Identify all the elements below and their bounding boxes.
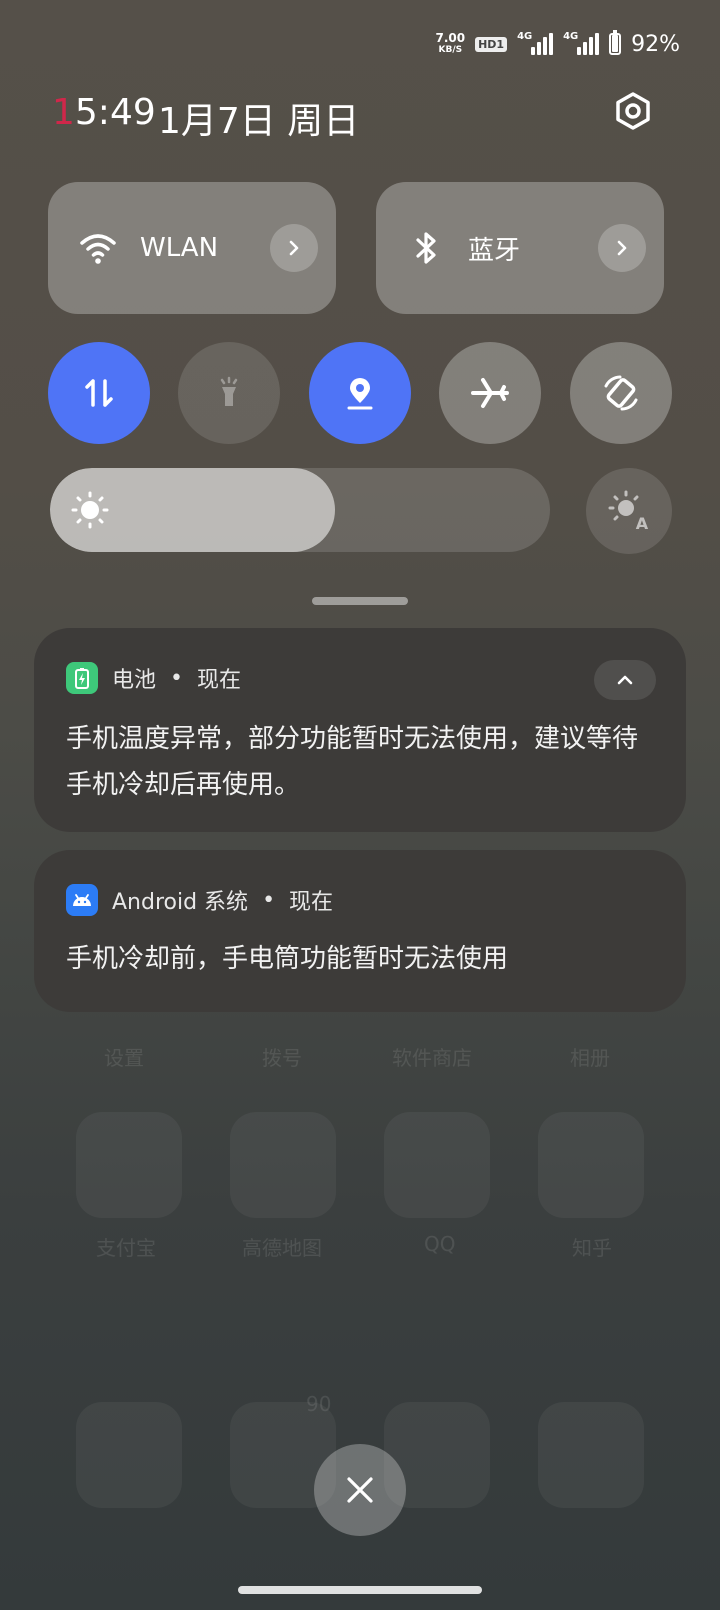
clock[interactable]: 15:49 bbox=[52, 92, 156, 133]
notification-card-android[interactable]: Android 系统 • 现在 手机冷却前，手电筒功能暂时无法使用 bbox=[34, 850, 686, 1012]
wlan-label: WLAN bbox=[140, 233, 219, 263]
notification-header: Android 系统 • 现在 bbox=[66, 884, 333, 916]
mobile-data-toggle[interactable] bbox=[48, 342, 150, 444]
bg-app-icon bbox=[538, 1112, 644, 1218]
notification-card-battery[interactable]: 电池 • 现在 手机温度异常，部分功能暂时无法使用，建议等待手机冷却后再使用。 bbox=[34, 628, 686, 832]
wlan-expand-button[interactable] bbox=[270, 224, 318, 272]
bluetooth-expand-button[interactable] bbox=[598, 224, 646, 272]
status-bar: 7.00 KB/S HD1 4G 4G 92% bbox=[435, 26, 680, 62]
bg-app-label: 相册 bbox=[570, 1046, 610, 1070]
bg-app-icon bbox=[76, 1402, 182, 1508]
chevron-up-icon bbox=[617, 675, 633, 685]
bg-app-label: 知乎 bbox=[572, 1236, 612, 1260]
date-label[interactable]: 1月7日 周日 bbox=[158, 92, 359, 144]
drag-handle[interactable] bbox=[312, 597, 408, 605]
chevron-right-icon bbox=[289, 240, 299, 256]
auto-brightness-icon: A bbox=[608, 490, 649, 533]
notification-header: 电池 • 现在 bbox=[66, 662, 241, 694]
android-icon bbox=[66, 884, 98, 916]
location-toggle[interactable] bbox=[309, 342, 411, 444]
clock-first-digit: 1 bbox=[52, 92, 75, 133]
battery-icon bbox=[609, 30, 622, 55]
bg-app-icon bbox=[76, 1112, 182, 1218]
location-icon bbox=[347, 378, 373, 410]
flashlight-toggle[interactable] bbox=[178, 342, 280, 444]
bg-app-label: QQ bbox=[424, 1232, 456, 1256]
network-speed-unit: KB/S bbox=[438, 45, 463, 55]
bluetooth-tile[interactable]: 蓝牙 bbox=[376, 182, 664, 314]
notification-separator: • bbox=[262, 887, 276, 913]
auto-brightness-label: A bbox=[636, 514, 649, 533]
notification-app-name: 电池 bbox=[112, 668, 157, 693]
bg-app-label: 软件商店 bbox=[392, 1046, 472, 1070]
battery-app-icon bbox=[66, 662, 98, 694]
bluetooth-icon bbox=[406, 228, 446, 268]
battery-percent: 92% bbox=[631, 31, 680, 57]
notification-app-name: Android 系统 bbox=[112, 890, 249, 915]
bluetooth-label: 蓝牙 bbox=[468, 235, 521, 266]
network-speed-value: 7.00 bbox=[435, 31, 466, 45]
sun-icon bbox=[70, 490, 110, 530]
bg-app-icon bbox=[538, 1402, 644, 1508]
bg-app-label: 高德地图 bbox=[242, 1236, 322, 1260]
bg-app-icon bbox=[230, 1112, 336, 1218]
wlan-tile[interactable]: WLAN bbox=[48, 182, 336, 314]
data-arrows-icon bbox=[85, 379, 113, 407]
clock-rest: 5:49 bbox=[74, 92, 156, 133]
signal-sim1-icon: 4G bbox=[517, 31, 554, 55]
notification-body: 手机冷却前，手电筒功能暂时无法使用 bbox=[66, 944, 509, 974]
notification-time: 现在 bbox=[197, 668, 242, 693]
sim2-network-type: 4G bbox=[563, 31, 579, 42]
notification-separator: • bbox=[170, 665, 183, 691]
auto-brightness-button[interactable]: A bbox=[586, 468, 672, 554]
hd-voice-badge: HD1 bbox=[475, 36, 508, 52]
wifi-icon bbox=[78, 228, 118, 268]
notification-time: 现在 bbox=[289, 890, 334, 915]
gear-icon[interactable] bbox=[614, 92, 652, 130]
auto-rotate-toggle[interactable] bbox=[570, 342, 672, 444]
brightness-slider[interactable] bbox=[50, 468, 550, 552]
airplane-icon bbox=[471, 378, 509, 408]
bg-app-label: 支付宝 bbox=[96, 1236, 156, 1260]
bg-app-label: 设置 bbox=[104, 1046, 144, 1070]
airplane-mode-toggle[interactable] bbox=[439, 342, 541, 444]
network-speed: 7.00 KB/S bbox=[435, 32, 465, 56]
collapse-button[interactable] bbox=[594, 660, 656, 700]
signal-sim2-icon: 4G bbox=[563, 31, 600, 55]
chevron-right-icon bbox=[617, 240, 627, 256]
close-icon bbox=[347, 1477, 373, 1503]
bg-app-icon bbox=[384, 1112, 490, 1218]
bg-badge: 90 bbox=[306, 1392, 332, 1416]
clear-notifications-button[interactable] bbox=[314, 1444, 406, 1536]
notification-body: 手机温度异常，部分功能暂时无法使用，建议等待手机冷却后再使用。 bbox=[66, 724, 639, 800]
sim1-network-type: 4G bbox=[517, 31, 533, 42]
rotate-icon bbox=[604, 375, 638, 411]
bg-app-label: 拨号 bbox=[262, 1046, 302, 1070]
flashlight-icon bbox=[220, 376, 238, 406]
home-indicator[interactable] bbox=[238, 1586, 482, 1594]
